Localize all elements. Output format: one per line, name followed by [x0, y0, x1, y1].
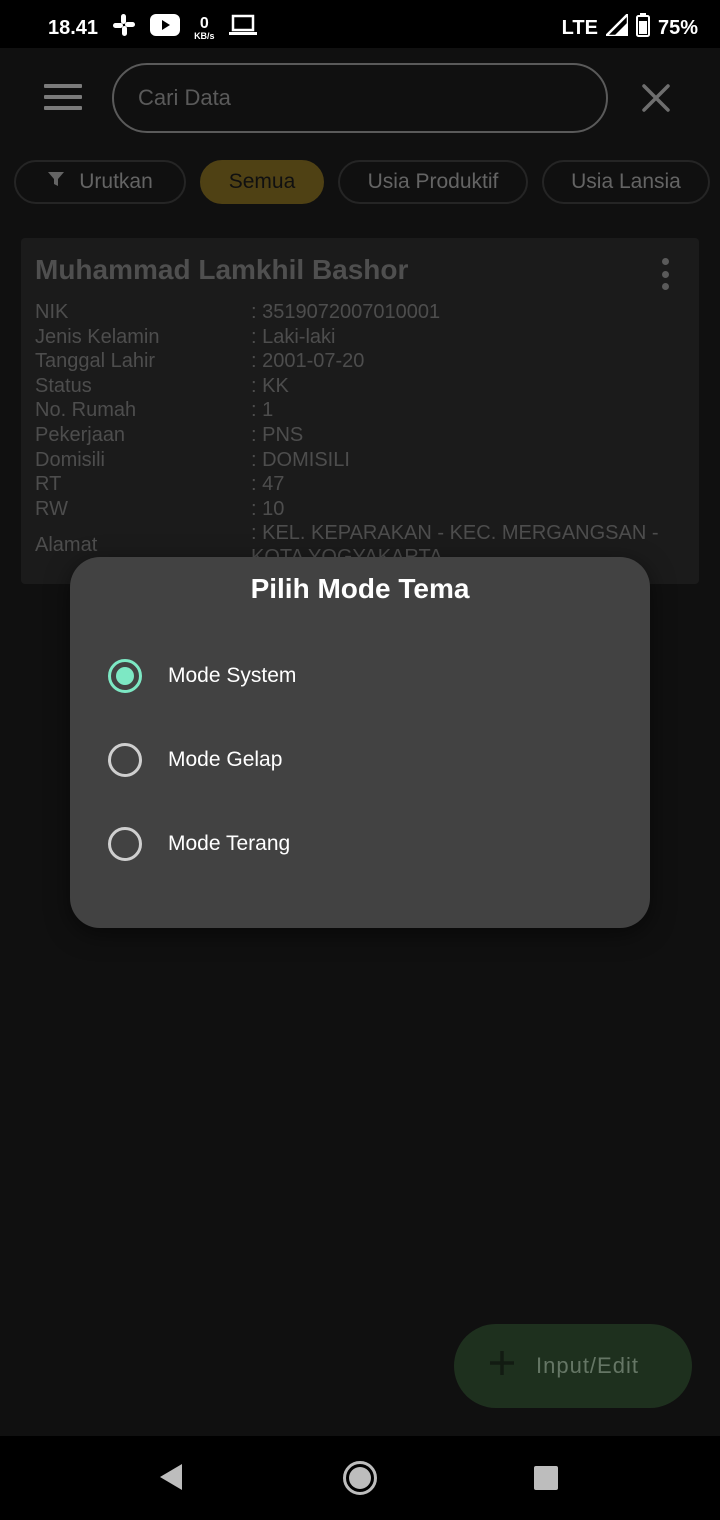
net-speed-value: 0 — [199, 14, 209, 32]
radio-unchecked-icon[interactable] — [108, 743, 142, 777]
option-label: Mode Gelap — [168, 748, 283, 771]
network-type: LTE — [561, 16, 598, 39]
slack-icon — [112, 13, 136, 43]
battery-level: 75% — [657, 16, 698, 39]
battery-icon — [635, 13, 650, 43]
status-bar: 18.41 0 KB/s LTE 75% — [0, 0, 720, 48]
back-icon[interactable] — [158, 1462, 184, 1497]
theme-mode-dialog: Pilih Mode Tema Mode System Mode Gelap M… — [70, 557, 650, 928]
option-mode-gelap[interactable]: Mode Gelap — [108, 730, 608, 790]
option-mode-system[interactable]: Mode System — [108, 646, 608, 706]
status-time: 18.41 — [48, 16, 99, 39]
home-icon[interactable] — [343, 1461, 377, 1495]
option-label: Mode Terang — [168, 832, 291, 855]
radio-unchecked-icon[interactable] — [108, 827, 142, 861]
recents-icon[interactable] — [534, 1466, 558, 1490]
laptop-icon — [228, 14, 257, 42]
youtube-icon — [150, 14, 181, 42]
option-mode-terang[interactable]: Mode Terang — [108, 814, 608, 874]
navigation-bar — [0, 1436, 720, 1520]
radio-checked-icon[interactable] — [108, 659, 142, 693]
net-speed: 0 KB/s — [194, 14, 215, 41]
dialog-title: Pilih Mode Tema — [250, 573, 470, 604]
signal-icon — [602, 10, 630, 42]
net-speed-unit: KB/s — [194, 30, 215, 41]
option-label: Mode System — [168, 664, 297, 687]
